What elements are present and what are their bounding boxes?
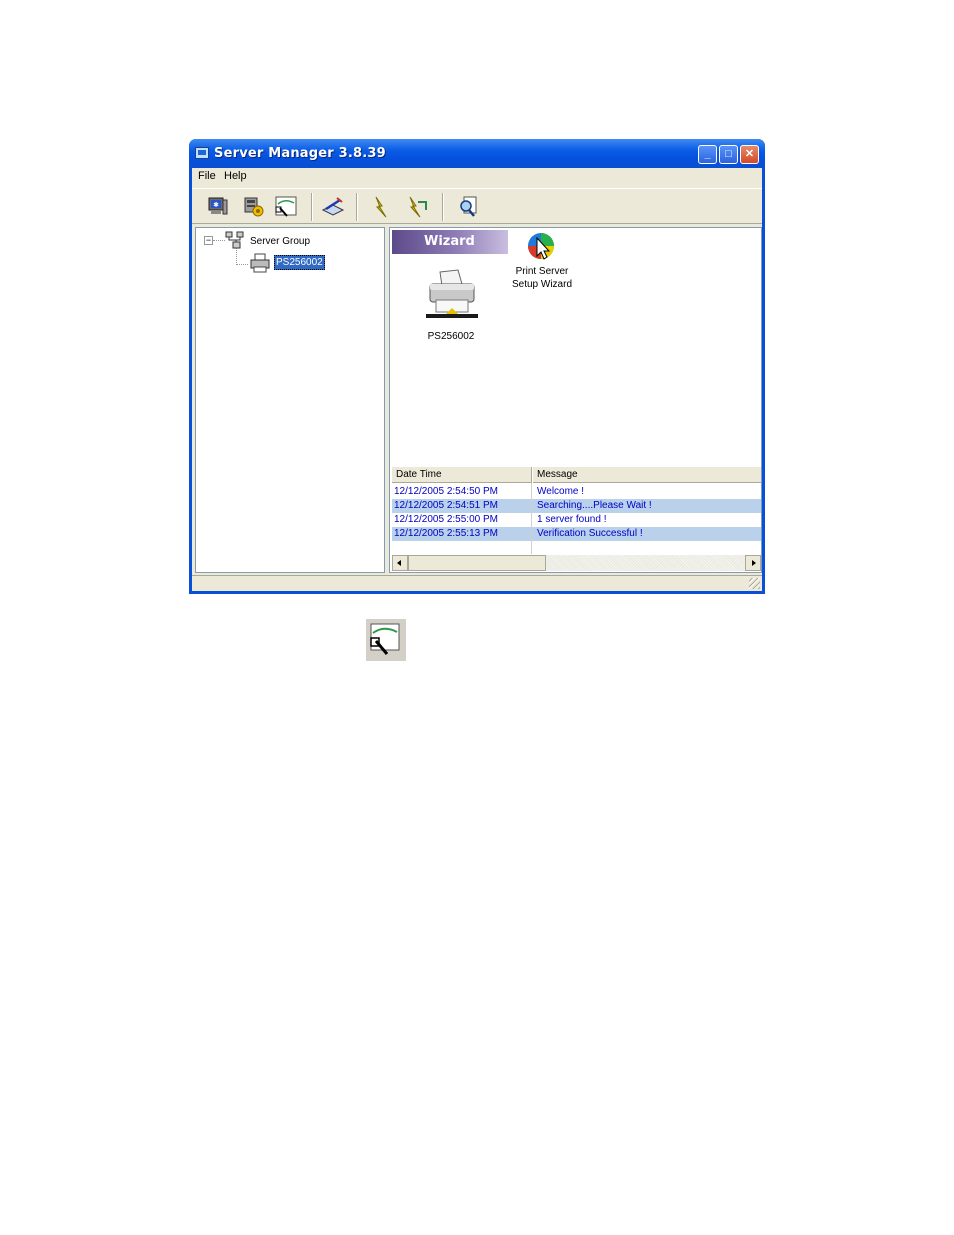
menu-file[interactable]: File <box>198 170 216 182</box>
wizard-tool-icon[interactable] <box>273 194 299 220</box>
setup-wizard-icon[interactable] <box>525 230 557 262</box>
message-log[interactable]: Date Time Message 12/12/2005 2:54:50 PM … <box>392 467 761 572</box>
minimize-button[interactable]: _ <box>698 145 717 164</box>
log-row[interactable]: 12/12/2005 2:55:00 PM 1 server found ! <box>392 513 761 527</box>
log-row[interactable]: 12/12/2005 2:54:51 PM Searching....Pleas… <box>392 499 761 513</box>
log-row[interactable]: 12/12/2005 2:55:13 PM Verification Succe… <box>392 527 761 541</box>
svg-text:✱: ✱ <box>213 201 219 209</box>
column-header-message[interactable]: Message <box>537 469 578 480</box>
lightning-arrow-icon[interactable] <box>404 194 430 220</box>
resize-grip-icon[interactable] <box>749 578 760 589</box>
toolbar-separator <box>442 193 444 221</box>
close-button[interactable]: ✕ <box>740 145 759 164</box>
tree-connector <box>236 264 248 265</box>
scroll-right-arrow-icon[interactable] <box>745 555 761 571</box>
maximize-button[interactable]: □ <box>719 145 738 164</box>
tree-connector <box>213 240 225 241</box>
wizard-toolbar-icon <box>366 619 406 661</box>
content-pane: Wizard Print Server Setup Wizard PS25600… <box>389 227 762 573</box>
monitor-icon[interactable]: ✱ <box>205 194 231 220</box>
settings-icon[interactable] <box>240 194 266 220</box>
collapse-toggle[interactable]: − <box>204 236 213 245</box>
setup-wizard-label[interactable]: Print Server Setup Wizard <box>502 265 582 291</box>
log-header: Date Time Message <box>392 467 761 483</box>
print-server-label: PS256002 <box>427 331 475 342</box>
window-title: Server Manager 3.8.39 <box>214 146 386 161</box>
title-bar[interactable]: Server Manager 3.8.39 _ □ ✕ <box>189 139 765 168</box>
toolbar-separator <box>356 193 358 221</box>
server-tree[interactable]: − Server Group PS256002 <box>195 227 385 573</box>
toolbar-separator <box>311 193 313 221</box>
menu-help[interactable]: Help <box>224 170 247 182</box>
edit-icon[interactable] <box>320 194 346 220</box>
scrollbar-thumb[interactable] <box>408 555 546 571</box>
toolbar: ✱ <box>192 188 762 224</box>
status-bar <box>192 575 762 591</box>
search-icon[interactable] <box>456 194 482 220</box>
column-divider[interactable] <box>531 467 533 483</box>
scroll-left-arrow-icon[interactable] <box>392 555 408 571</box>
menu-bar: File Help <box>192 168 762 186</box>
log-row[interactable]: 12/12/2005 2:54:50 PM Welcome ! <box>392 485 761 499</box>
horizontal-scrollbar[interactable] <box>392 555 761 571</box>
printer-icon <box>250 253 270 273</box>
server-group-icon <box>225 231 244 249</box>
server-manager-window: Server Manager 3.8.39 _ □ ✕ File Help ✱ <box>189 139 765 594</box>
column-header-datetime[interactable]: Date Time <box>396 469 442 480</box>
tree-item-server-group[interactable]: Server Group <box>250 236 310 247</box>
wizard-banner-label: Wizard <box>424 234 475 249</box>
tree-item-ps256002[interactable]: PS256002 <box>274 255 325 270</box>
window-client-area: File Help ✱ − Server Group PS256002 Wiza… <box>192 168 762 591</box>
scrollbar-track[interactable] <box>546 555 745 571</box>
column-gridline <box>531 483 532 554</box>
wizard-banner: Wizard <box>392 230 508 254</box>
print-server-icon[interactable] <box>426 268 478 322</box>
app-icon <box>195 147 209 159</box>
lightning-icon[interactable] <box>368 194 394 220</box>
tree-connector <box>236 248 237 265</box>
